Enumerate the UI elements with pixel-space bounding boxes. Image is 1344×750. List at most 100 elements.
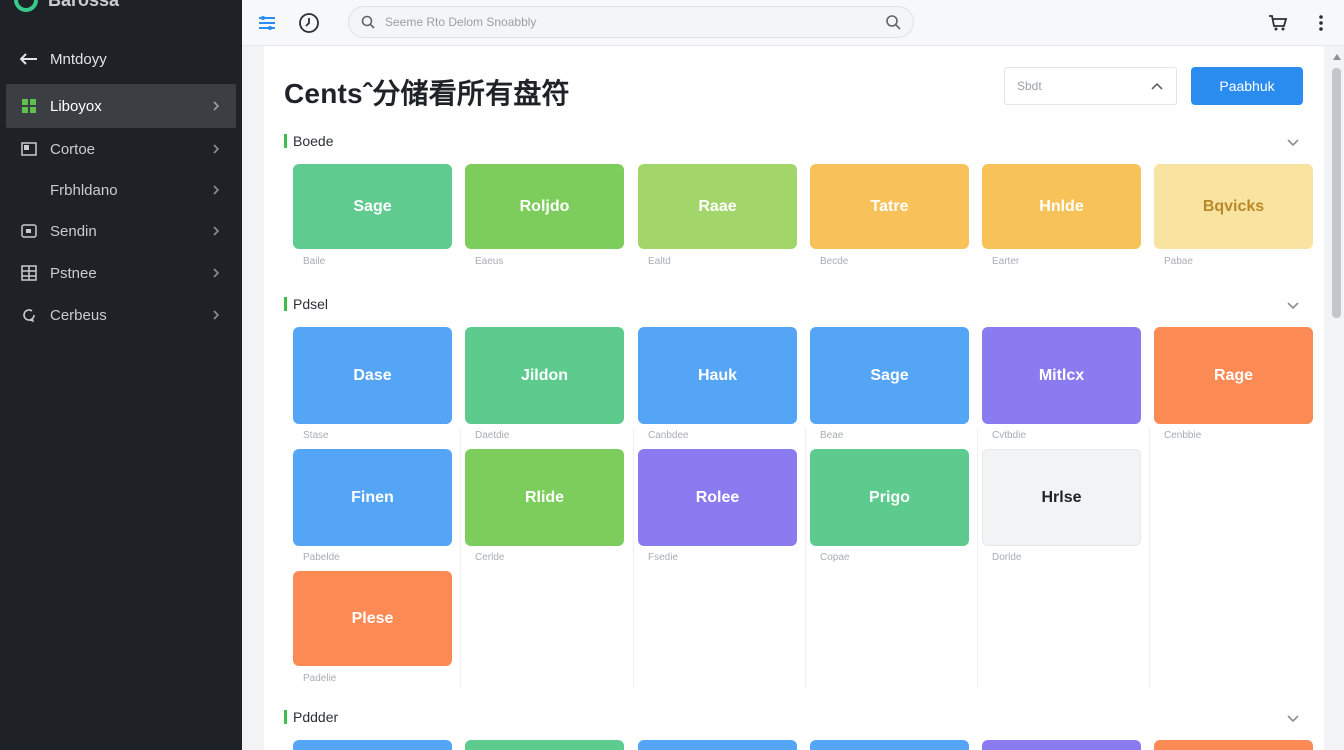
- tile-label: Jildon: [520, 366, 569, 384]
- app-tile[interactable]: Tatre: [810, 164, 969, 249]
- main-panel: Centsˆ分储看所有盘符 Sbdt Paabhuk Boede Sage Ba…: [264, 46, 1324, 750]
- app-tile[interactable]: Finen: [293, 449, 452, 546]
- tile-label: Hnlde: [1039, 197, 1084, 215]
- section-header[interactable]: Pddder: [284, 707, 338, 727]
- app-tile[interactable]: [293, 740, 452, 750]
- tile-caption: Daetdie: [475, 430, 510, 441]
- chevron-right-icon: [213, 268, 220, 278]
- tile-caption: Fsedie: [648, 552, 679, 563]
- tile-label: Rage: [1213, 366, 1254, 384]
- sidebar-item-cerbeus[interactable]: Cerbeus: [0, 294, 242, 336]
- tile-caption: Ealtd: [648, 256, 671, 267]
- sidebar-item-sendin[interactable]: Sendin: [0, 210, 242, 252]
- app-tile[interactable]: Jildon: [465, 327, 624, 424]
- tile-caption: Pabelde: [303, 552, 340, 563]
- tile-caption: Dorlde: [992, 552, 1022, 563]
- brand[interactable]: Barossa: [14, 0, 119, 14]
- primary-action-button[interactable]: Paabhuk: [1191, 67, 1303, 105]
- app-tile[interactable]: Plese: [293, 571, 452, 666]
- filter-select-value: Sbdt: [1017, 79, 1042, 93]
- tile-caption: Cvtbdie: [992, 430, 1026, 441]
- tile-label: Sage: [870, 366, 909, 384]
- clock-button[interactable]: [296, 10, 322, 36]
- app-tile[interactable]: [1154, 740, 1313, 750]
- tile-label: Prigo: [869, 488, 910, 506]
- tile-caption: Eaeus: [475, 256, 504, 267]
- sidebar-item-label: Pstnee: [50, 264, 97, 282]
- sidebar-item-label: Cerbeus: [50, 306, 107, 324]
- section-title: Pdsel: [293, 296, 329, 312]
- sidebar-item-pstnee[interactable]: Pstnee: [0, 252, 242, 294]
- app-tile[interactable]: Hauk: [638, 327, 797, 424]
- back-label: Mntdoyy: [50, 50, 107, 68]
- app-tile[interactable]: Bqvicks: [1154, 164, 1313, 249]
- scrollbar-thumb[interactable]: [1332, 68, 1341, 318]
- refresh-icon: [20, 307, 38, 323]
- chevron-up-icon: [1151, 82, 1163, 90]
- section-collapse-button[interactable]: [1284, 134, 1302, 152]
- search-submit-icon[interactable]: [885, 14, 901, 30]
- more-vertical-icon: [1319, 15, 1323, 31]
- tile-label: Hrlse: [1041, 488, 1082, 506]
- scroll-up-arrow-icon[interactable]: [1333, 54, 1341, 60]
- section-header[interactable]: Boede: [284, 131, 333, 151]
- tile-caption: Stase: [303, 430, 329, 441]
- chevron-right-icon: [213, 101, 220, 111]
- clock-icon: [299, 13, 319, 33]
- building-icon: [20, 265, 38, 281]
- app-tile[interactable]: Sage: [810, 327, 969, 424]
- grid-plus-icon: [20, 98, 38, 114]
- app-tile[interactable]: Prigo: [810, 449, 969, 546]
- vertical-scrollbar[interactable]: [1329, 46, 1344, 750]
- tile-caption: Earter: [992, 256, 1020, 267]
- tile-label: Plese: [351, 609, 394, 627]
- app-tile[interactable]: [465, 740, 624, 750]
- chevron-right-icon: [213, 226, 220, 236]
- section-collapse-button[interactable]: [1284, 297, 1302, 315]
- sidebar-item-frbhldano[interactable]: Frbhldano: [0, 170, 242, 210]
- sidebar-item-cortoe[interactable]: Cortoe: [0, 128, 242, 170]
- section-header[interactable]: Pdsel: [284, 294, 328, 314]
- section-collapse-button[interactable]: [1284, 710, 1302, 728]
- cart-icon: [1269, 15, 1288, 31]
- search-icon: [361, 15, 375, 29]
- tile-caption: Beae: [820, 430, 844, 441]
- sidebar: Barossa Mntdoyy Liboyox Cortoe Frbhldano: [0, 0, 242, 750]
- app-tile[interactable]: Rlide: [465, 449, 624, 546]
- app-tile[interactable]: Hnlde: [982, 164, 1141, 249]
- app-tile[interactable]: Raae: [638, 164, 797, 249]
- app-tile[interactable]: Mitlcx: [982, 327, 1141, 424]
- tile-label: Hauk: [697, 366, 738, 384]
- sidebar-item-label: Frbhldano: [50, 181, 118, 199]
- app-tile[interactable]: Dase: [293, 327, 452, 424]
- tile-label: Roljdo: [519, 197, 570, 215]
- app-tile[interactable]: Rage: [1154, 327, 1313, 424]
- sidebar-item-label: Liboyox: [50, 97, 102, 115]
- cart-button[interactable]: [1265, 10, 1291, 36]
- app-tile[interactable]: Sage: [293, 164, 452, 249]
- tile-label: Finen: [351, 488, 394, 506]
- app-tile[interactable]: [638, 740, 797, 750]
- search-bar[interactable]: [348, 6, 914, 38]
- app-tile[interactable]: [810, 740, 969, 750]
- chevron-down-icon: [1287, 715, 1299, 723]
- search-input[interactable]: [385, 15, 875, 29]
- tile-label: Raae: [698, 197, 737, 215]
- tile-caption: Canbdee: [648, 430, 689, 441]
- chevron-down-icon: [1287, 302, 1299, 310]
- tile-label: Rolee: [695, 488, 740, 506]
- app-tile[interactable]: Rolee: [638, 449, 797, 546]
- tile-caption: Padelie: [303, 673, 337, 684]
- filter-select[interactable]: Sbdt: [1004, 67, 1177, 105]
- more-options-button[interactable]: [1308, 10, 1334, 36]
- sidebar-item-label: Sendin: [50, 222, 97, 240]
- back-button[interactable]: Mntdoyy: [0, 40, 242, 78]
- app-tile[interactable]: [982, 740, 1141, 750]
- app-tile[interactable]: Roljdo: [465, 164, 624, 249]
- sliders-icon: [259, 16, 275, 30]
- brand-name: Barossa: [48, 0, 119, 11]
- sidebar-item-liboyox[interactable]: Liboyox: [6, 84, 236, 128]
- app-tile[interactable]: Hrlse: [982, 449, 1141, 546]
- menu-toggle-button[interactable]: [254, 10, 280, 36]
- chevron-right-icon: [213, 185, 220, 195]
